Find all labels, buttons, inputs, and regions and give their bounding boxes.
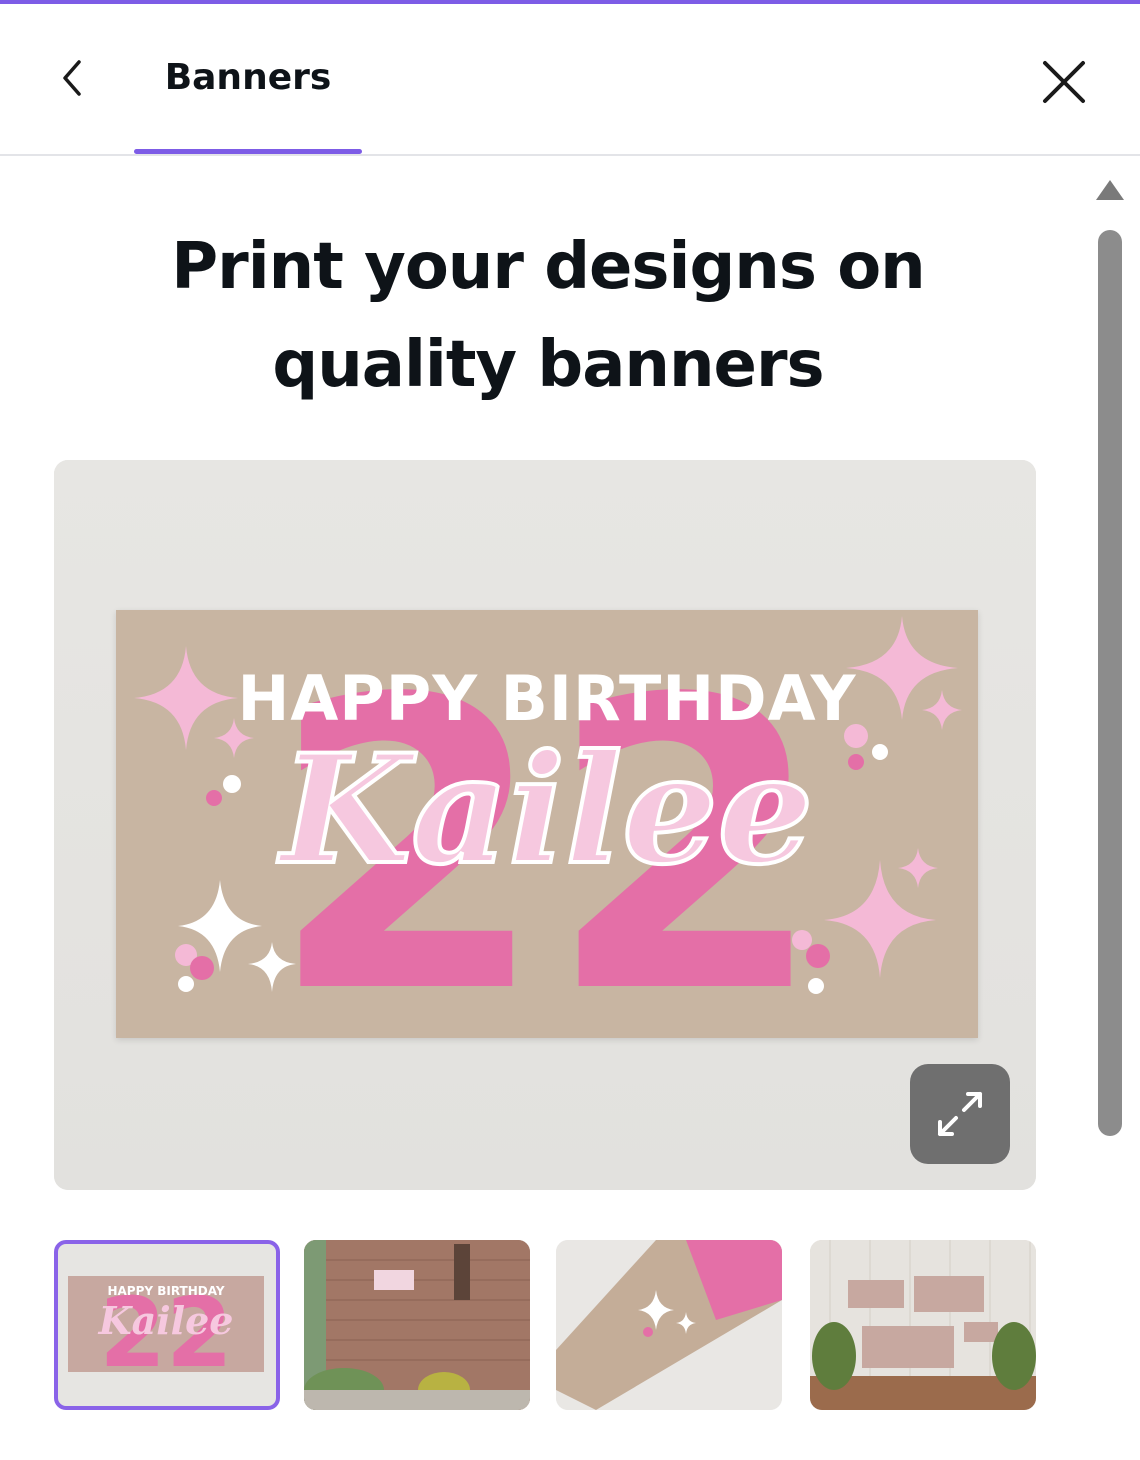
thumbnail-headline: HAPPY BIRTHDAY [107,1284,225,1298]
banner-preview: 22 HAPPY BIRTHDAY Kailee [54,460,1036,1190]
scrollbar-thumb[interactable] [1098,230,1122,1136]
close-icon [1043,61,1085,103]
thumbnail-name: Kailee [98,1298,234,1343]
tab-banners[interactable]: Banners [134,4,362,156]
back-button[interactable] [48,54,96,102]
expand-button[interactable] [910,1064,1010,1164]
expand-icon [938,1092,982,1136]
thumbnail-3[interactable] [556,1240,782,1410]
caret-up-icon[interactable] [1096,180,1124,200]
close-button[interactable] [1036,54,1092,110]
page-title: Print your designs on quality banners [171,230,925,402]
tab-active-indicator [134,149,362,154]
thumbnail-1[interactable]: 22 HAPPY BIRTHDAY Kailee [54,1240,280,1410]
tab-banners-label: Banners [164,56,332,98]
thumbnail-closeup-photo [556,1240,782,1410]
banner-image: 22 HAPPY BIRTHDAY Kailee [116,610,978,1038]
scrollbar[interactable] [1092,170,1128,1460]
panel-header: Banners [0,4,1140,156]
thumbnail-building-photo [304,1240,530,1410]
thumbnail-strip: 22 HAPPY BIRTHDAY Kailee [54,1240,1038,1410]
thumbnail-4[interactable] [810,1240,1036,1410]
thumbnail-room-photo [810,1240,1036,1410]
chevron-left-icon [63,60,81,96]
thumbnail-2[interactable] [304,1240,530,1410]
banner-name: Kailee [279,720,815,900]
